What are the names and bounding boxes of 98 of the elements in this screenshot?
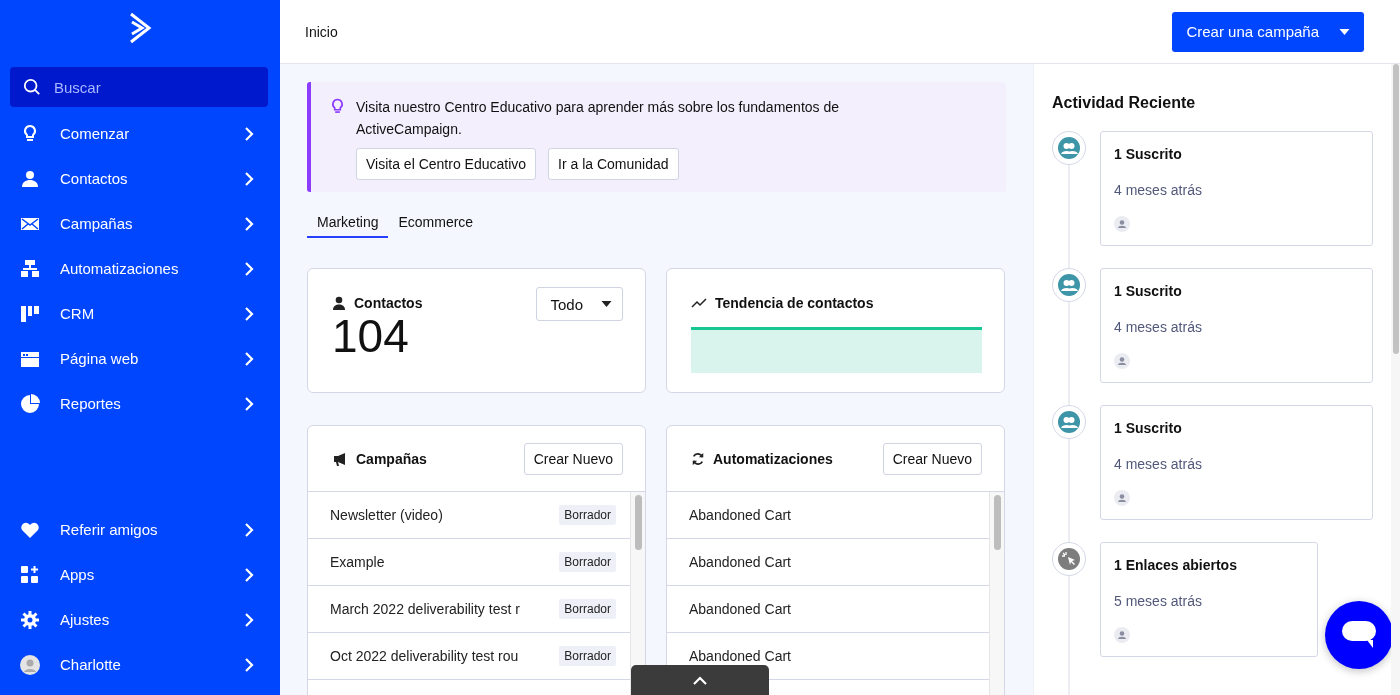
sidebar-item[interactable]: Reportes bbox=[10, 381, 268, 426]
people-icon bbox=[1058, 411, 1080, 433]
chevron-right-icon bbox=[244, 396, 254, 411]
create-new-button[interactable]: Crear Nuevo bbox=[523, 442, 623, 475]
activity-title: 1 Suscrito bbox=[1114, 283, 1182, 299]
settings-icon bbox=[20, 609, 40, 630]
campaign-row[interactable]: Oct 2022 deliverability test rou Borrador bbox=[308, 633, 630, 680]
activity-card[interactable]: 1 Suscrito 4 meses atrás bbox=[1100, 131, 1373, 246]
chevron-right-icon bbox=[244, 522, 254, 537]
cursor-click-icon bbox=[1058, 548, 1080, 570]
card-title: Automatizaciones bbox=[713, 450, 833, 467]
card-title: Campañas bbox=[356, 450, 427, 467]
search-icon bbox=[23, 78, 41, 96]
search-field[interactable]: Buscar bbox=[10, 67, 268, 107]
create-campaign-button[interactable]: Crear una campaña bbox=[1172, 11, 1364, 52]
activity-title: 1 Suscrito bbox=[1114, 420, 1182, 436]
campaign-name: Oct 2022 deliverability test rou bbox=[330, 648, 519, 664]
campaign-name: March 2022 deliverability test r bbox=[330, 601, 520, 617]
notice-text: Visita nuestro Centro Educativo para aprender más sobre los fundamentos de ActiveCampaign. bbox=[356, 98, 841, 139]
chevron-right-icon bbox=[244, 657, 254, 672]
sitemap-icon bbox=[20, 258, 40, 279]
status-badge: Borrador bbox=[559, 552, 616, 572]
sidebar-item[interactable]: Apps bbox=[10, 552, 268, 597]
caret-icon bbox=[1339, 28, 1350, 35]
activity-title: 1 Suscrito bbox=[1114, 146, 1182, 162]
lightbulb-icon bbox=[331, 98, 344, 115]
campaign-name: Newsletter (video) bbox=[330, 507, 443, 523]
scrollbar-thumb[interactable] bbox=[1392, 64, 1399, 354]
filter-dropdown[interactable]: Todo bbox=[536, 287, 623, 321]
automation-name: Abandoned Cart bbox=[689, 507, 791, 523]
create-new-button[interactable]: Crear Nuevo bbox=[882, 442, 982, 475]
avatar-icon bbox=[20, 654, 40, 675]
notice-button[interactable]: Visita el Centro Educativo bbox=[356, 148, 537, 180]
scrollbar-thumb[interactable] bbox=[634, 495, 642, 550]
user-avatar-icon bbox=[1114, 627, 1130, 643]
status-badge: Borrador bbox=[559, 505, 616, 525]
tab[interactable]: Ecommerce bbox=[388, 210, 484, 238]
expand-tab[interactable] bbox=[631, 665, 769, 695]
campaign-row[interactable]: Example Borrador bbox=[308, 539, 630, 586]
floating-chat-button[interactable] bbox=[1325, 601, 1391, 669]
tab[interactable]: Marketing bbox=[307, 210, 389, 238]
scrollbar-thumb[interactable] bbox=[993, 495, 1001, 550]
campaign-name: Example bbox=[330, 554, 385, 570]
chevron-up-icon bbox=[693, 675, 707, 685]
trend-line-icon bbox=[691, 298, 707, 308]
activity-time: 5 meses atrás bbox=[1114, 593, 1202, 609]
activity-card[interactable]: 1 Suscrito 4 meses atrás bbox=[1100, 405, 1373, 520]
kanban-icon bbox=[20, 303, 40, 324]
megaphone-icon bbox=[332, 451, 348, 466]
activity-time: 4 meses atrás bbox=[1114, 319, 1202, 335]
automation-name: Abandoned Cart bbox=[689, 648, 791, 664]
chevron-right-icon bbox=[244, 126, 254, 141]
campaign-row[interactable]: March 2022 deliverability test r Borrador bbox=[308, 586, 630, 633]
chevron-right-icon bbox=[244, 567, 254, 582]
sidebar-item[interactable]: Ajustes bbox=[10, 597, 268, 642]
chevron-right-icon bbox=[244, 351, 254, 366]
chevron-right-icon bbox=[244, 216, 254, 231]
chevron-right-icon bbox=[244, 612, 254, 627]
chevron-right-icon bbox=[244, 261, 254, 276]
chevron-right-icon bbox=[244, 306, 254, 321]
campaign-row[interactable]: Newsletter (video) Borrador bbox=[308, 492, 630, 539]
sidebar-item[interactable]: Automatizaciones bbox=[10, 246, 268, 291]
user-avatar-icon bbox=[1114, 490, 1130, 506]
activity-card[interactable]: 1 Enlaces abiertos 5 meses atrás bbox=[1100, 542, 1318, 657]
activity-title: 1 Enlaces abiertos bbox=[1114, 557, 1237, 573]
person-icon bbox=[332, 296, 346, 310]
refresh-icon bbox=[691, 451, 705, 466]
sidebar-item[interactable]: Charlotte bbox=[10, 642, 268, 687]
card-title: Contactos bbox=[354, 295, 423, 311]
sidebar-item[interactable]: Contactos bbox=[10, 156, 268, 201]
activity-time: 4 meses atrás bbox=[1114, 456, 1202, 472]
user-avatar-icon bbox=[1114, 353, 1130, 369]
sidebar-item[interactable]: Referir amigos bbox=[10, 507, 268, 552]
status-badge: Borrador bbox=[559, 599, 616, 619]
status-badge: Borrador bbox=[559, 646, 616, 666]
sidebar-item[interactable]: Comenzar bbox=[10, 111, 268, 156]
card-title: Tendencia de contactos bbox=[715, 295, 874, 311]
chevron-right-icon bbox=[244, 171, 254, 186]
person-icon bbox=[20, 168, 40, 189]
activity-card[interactable]: 1 Suscrito 4 meses atrás bbox=[1100, 268, 1373, 383]
sidebar-item[interactable]: Campañas bbox=[10, 201, 268, 246]
contact-count: 104 bbox=[332, 309, 410, 363]
people-icon bbox=[1058, 137, 1080, 159]
sidebar-item[interactable]: Página web bbox=[10, 336, 268, 381]
panel-title: Actividad Reciente bbox=[1052, 94, 1197, 112]
page-title: Inicio bbox=[305, 23, 338, 40]
sidebar-item[interactable]: CRM bbox=[10, 291, 268, 336]
user-avatar-icon bbox=[1114, 216, 1130, 232]
people-icon bbox=[1058, 274, 1080, 296]
automation-name: Abandoned Cart bbox=[689, 554, 791, 570]
caret-icon bbox=[601, 301, 612, 307]
automation-name: Abandoned Cart bbox=[689, 601, 791, 617]
arrow-logo-icon bbox=[128, 12, 152, 44]
chat-bubble-icon bbox=[1341, 620, 1377, 650]
pie-chart-icon bbox=[20, 393, 40, 414]
notice-button[interactable]: Ir a la Comunidad bbox=[548, 148, 679, 180]
activity-time: 4 meses atrás bbox=[1114, 182, 1202, 198]
apps-icon bbox=[20, 564, 40, 585]
